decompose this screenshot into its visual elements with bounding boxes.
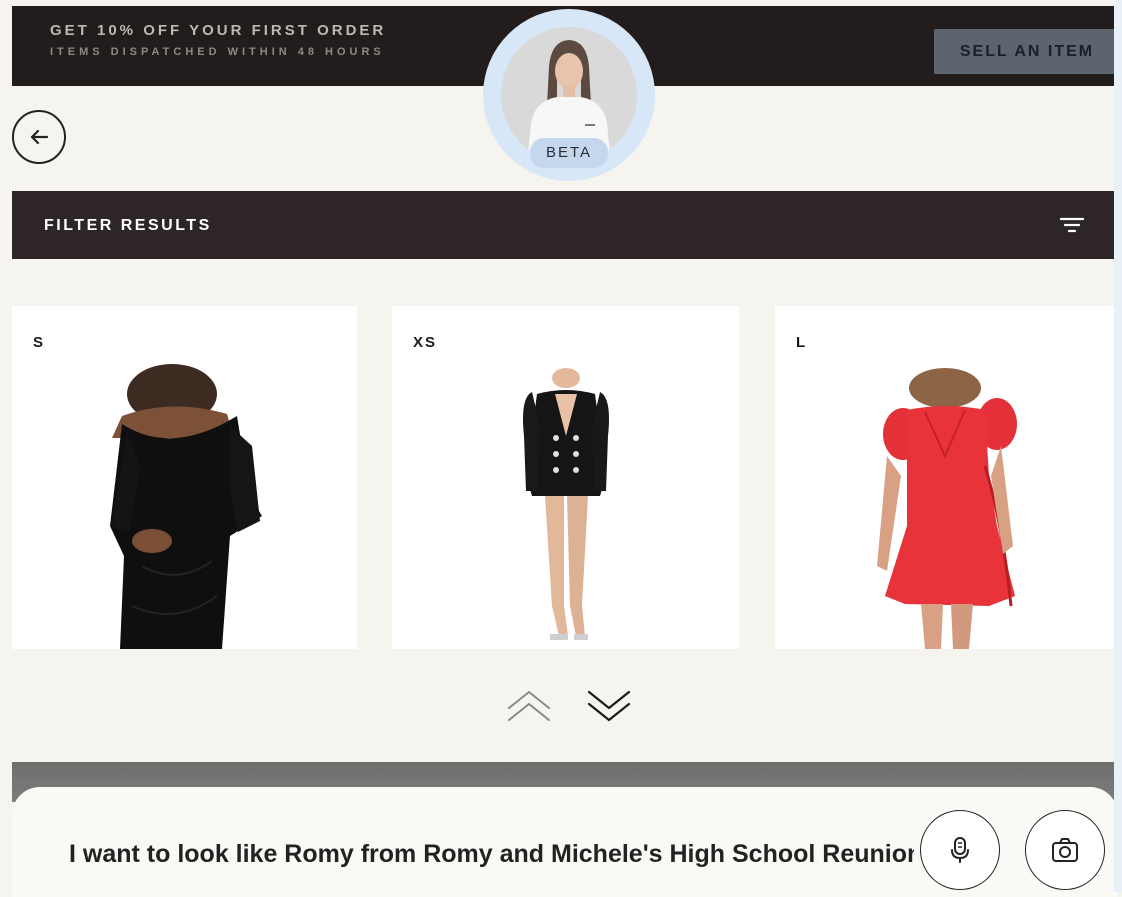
beta-badge: BETA xyxy=(530,138,608,168)
filter-results-bar[interactable]: FILTER RESULTS xyxy=(12,191,1114,259)
microphone-icon xyxy=(951,837,969,863)
product-image xyxy=(877,368,1017,649)
product-image xyxy=(523,368,609,640)
camera-icon xyxy=(1052,838,1078,862)
camera-button[interactable] xyxy=(1025,810,1105,890)
scroll-up-button[interactable] xyxy=(506,686,552,726)
chevron-double-down-icon xyxy=(587,690,631,722)
scroll-down-button[interactable] xyxy=(586,686,632,726)
left-margin xyxy=(0,0,12,892)
size-label: XS xyxy=(413,334,438,351)
promo-subtext: ITEMS DISPATCHED WITHIN 48 HOURS xyxy=(50,46,385,58)
filter-results-label: FILTER RESULTS xyxy=(44,217,212,234)
size-label: L xyxy=(796,334,808,351)
sell-an-item-button[interactable]: SELL AN ITEM xyxy=(934,29,1114,74)
product-card[interactable]: L xyxy=(775,306,1114,649)
microphone-button[interactable] xyxy=(920,810,1000,890)
product-image xyxy=(110,364,262,649)
size-label: S xyxy=(33,334,46,351)
product-card[interactable]: S xyxy=(12,306,357,649)
chat-input[interactable] xyxy=(67,833,916,875)
right-margin xyxy=(1114,0,1122,892)
product-card[interactable]: XS xyxy=(392,306,739,649)
chevron-double-up-icon xyxy=(508,691,550,721)
promo-text: GET 10% OFF YOUR FIRST ORDER xyxy=(50,22,387,39)
arrow-left-icon xyxy=(30,129,49,145)
filter-icon[interactable] xyxy=(1058,211,1086,239)
back-button[interactable] xyxy=(12,110,66,164)
